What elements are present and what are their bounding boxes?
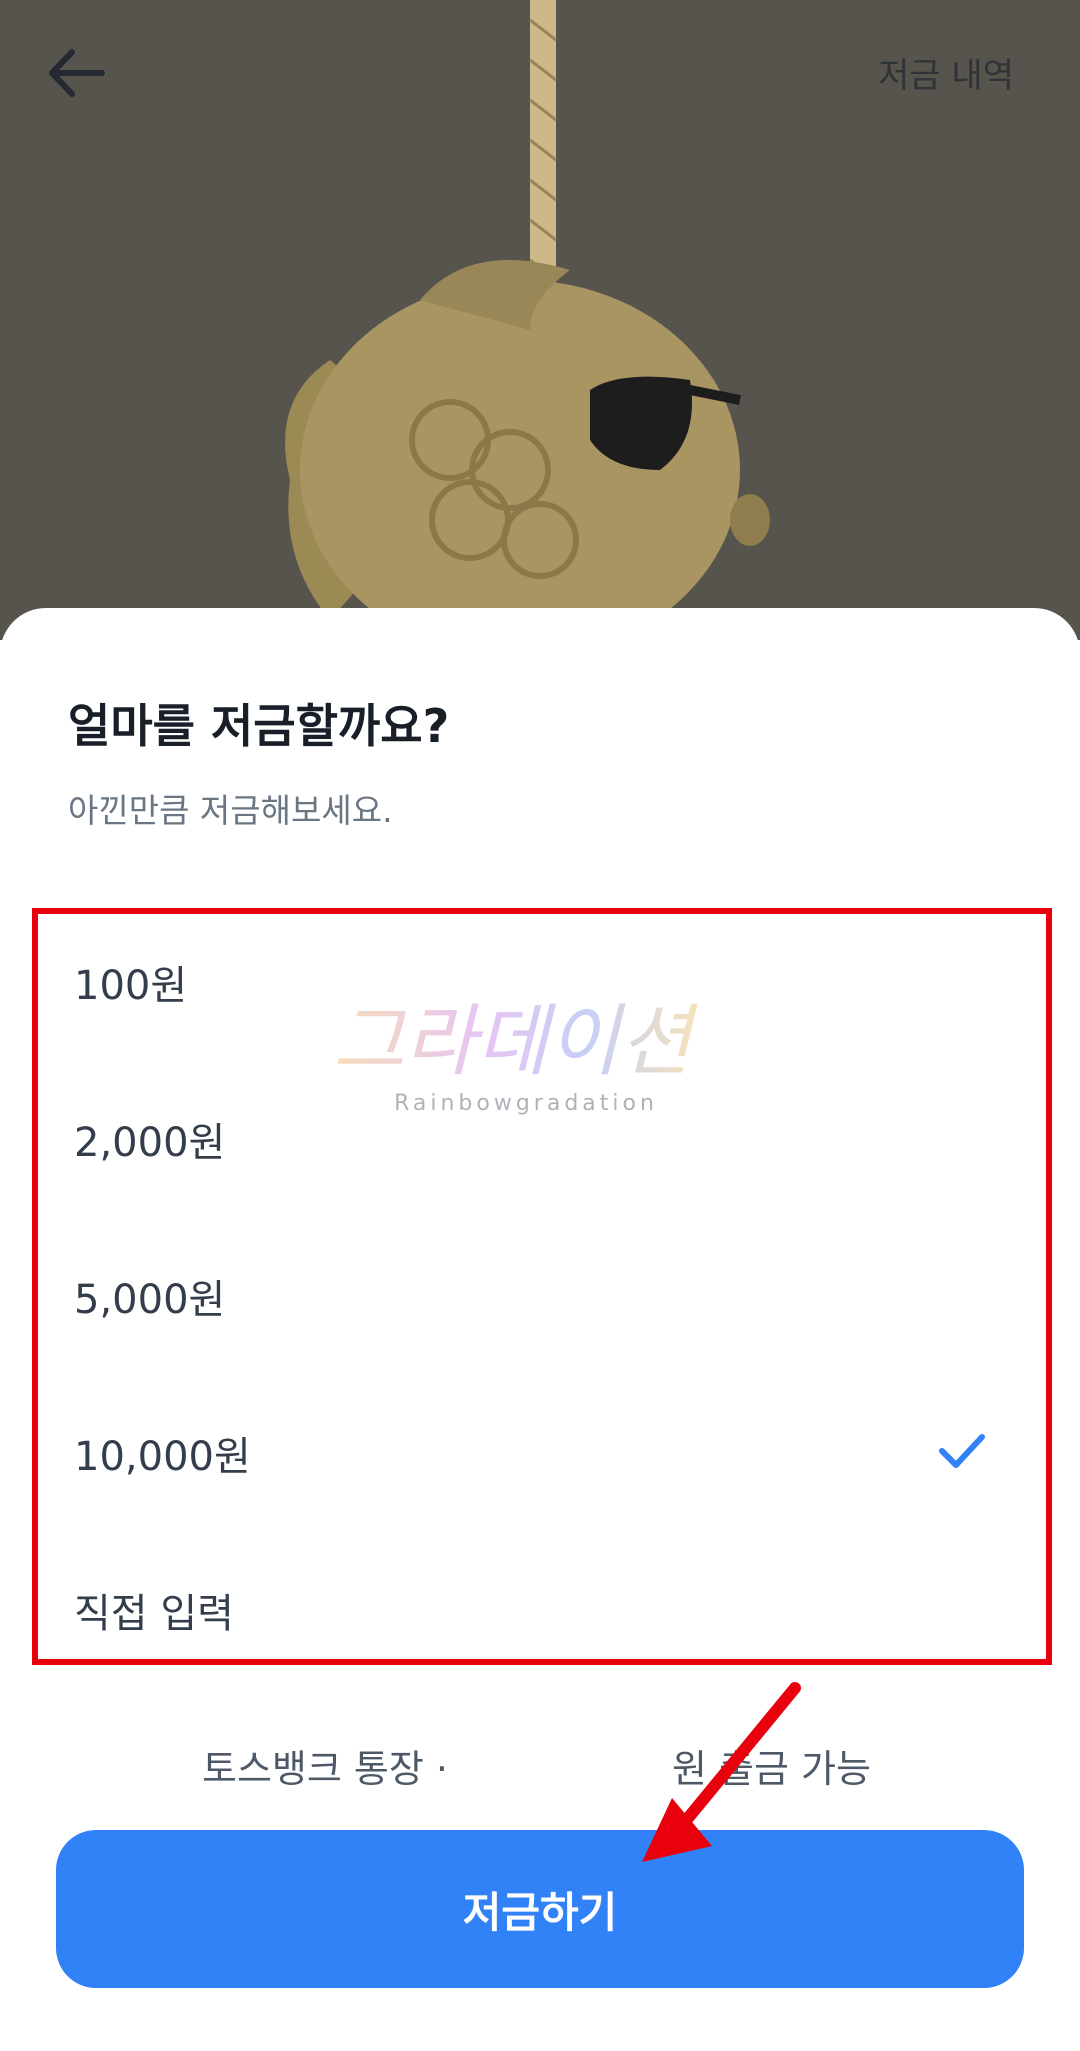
sheet-title: 얼마를 저금할까요?	[68, 699, 450, 753]
back-button[interactable]	[42, 38, 122, 108]
balance-available-text: 원 출금 가능	[672, 1747, 871, 1791]
balance-account-text: 토스뱅크 통장 ·	[202, 1747, 448, 1791]
sheet-subtitle: 아낀만큼 저금해보세요.	[68, 791, 393, 830]
bottom-sheet: 얼마를 저금할까요? 아낀만큼 저금해보세요. 100원 2,000원 5,00…	[0, 608, 1080, 2051]
fish-bun-keychain-image	[270, 0, 790, 640]
withdrawable-balance: 토스뱅크 통장 · 원 출금 가능	[0, 1738, 1080, 1798]
amount-options-highlight-box: 100원 2,000원 5,000원 10,000원 직접 입력	[32, 908, 1052, 1665]
amount-option-10000[interactable]: 10,000원	[74, 1393, 1010, 1513]
check-icon	[939, 1434, 985, 1468]
arrow-left-icon	[49, 49, 105, 97]
amount-option-100[interactable]: 100원	[74, 922, 1010, 1042]
hero-image: 저금 내역	[0, 0, 1080, 640]
amount-option-2000[interactable]: 2,000원	[74, 1079, 1010, 1199]
amount-option-5000[interactable]: 5,000원	[74, 1236, 1010, 1356]
amount-option-label: 5,000원	[74, 1277, 226, 1323]
amount-option-label: 100원	[74, 963, 188, 1009]
amount-option-label: 직접 입력	[74, 1591, 234, 1637]
save-button[interactable]: 저금하기	[56, 1830, 1024, 1988]
amount-option-custom[interactable]: 직접 입력	[74, 1550, 1010, 1670]
savings-history-link[interactable]: 저금 내역	[878, 48, 1014, 97]
amount-option-label: 10,000원	[74, 1434, 251, 1480]
amount-option-label: 2,000원	[74, 1120, 226, 1166]
